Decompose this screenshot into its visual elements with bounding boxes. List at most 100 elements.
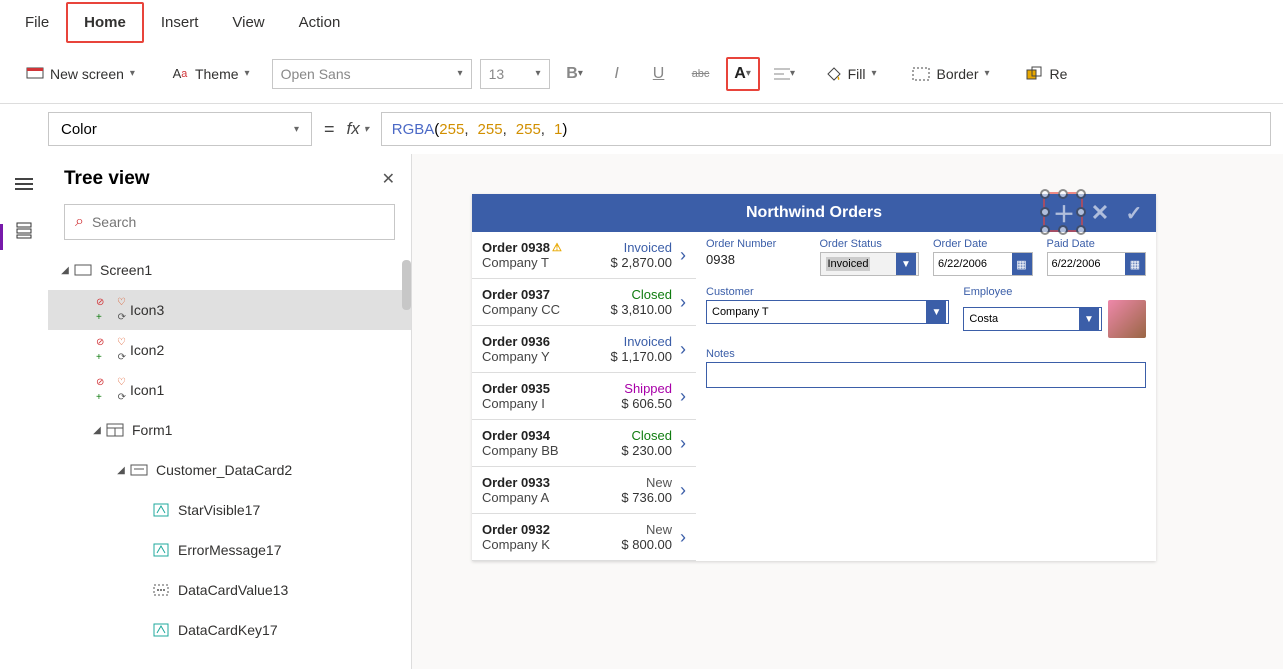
paid-date-input[interactable]: 6/22/2006▦ [1047, 252, 1147, 276]
canvas[interactable]: Northwind Orders [412, 154, 1283, 669]
tree-title: Tree view [64, 168, 150, 190]
border-button[interactable]: Border ▾ [906, 61, 995, 87]
close-pane-button[interactable]: ✕ [382, 169, 395, 189]
order-list-item[interactable]: Order 0937Company CCClosed$ 3,810.00› [472, 279, 696, 326]
calendar-icon: ▦ [1125, 253, 1145, 275]
submit-button[interactable]: ✓ [1116, 195, 1152, 231]
tree-scroll[interactable]: ◢ Screen1 ⊘♡+⟳ Icon3 ⊘♡+⟳ Icon2 ⊘♡+⟳ Ico… [48, 250, 411, 650]
form-icon [104, 419, 126, 441]
formula-input[interactable]: RGBA(255, 255, 255, 1) [381, 112, 1271, 146]
caret-collapse-icon[interactable]: ◢ [58, 265, 72, 276]
underline-button[interactable]: U [642, 57, 676, 91]
employee-select[interactable]: Costa▼ [963, 307, 1102, 331]
tree-node-icon2[interactable]: ⊘♡+⟳ Icon2 [48, 330, 411, 370]
italic-button[interactable]: I [600, 57, 634, 91]
search-input[interactable] [92, 214, 384, 230]
tree-label: Customer_DataCard2 [156, 462, 292, 478]
menu-home[interactable]: Home [66, 2, 144, 43]
order-list-item[interactable]: Order 0935Company IShipped$ 606.50› [472, 373, 696, 420]
order-list-item[interactable]: Order 0936Company YInvoiced$ 1,170.00› [472, 326, 696, 373]
menu-view[interactable]: View [215, 3, 281, 42]
tree-label: ErrorMessage17 [178, 542, 282, 558]
property-select[interactable]: Color ▾ [48, 112, 312, 146]
chevron-down-icon: ▾ [458, 68, 463, 79]
cancel-button[interactable]: ✕ [1082, 195, 1118, 231]
add-button[interactable]: ＋ [1046, 195, 1082, 231]
align-button[interactable]: ▾ [768, 57, 802, 91]
tree-label: DataCardKey17 [178, 622, 278, 638]
multi-icon: ⊘♡+⟳ [98, 339, 124, 361]
tree-label: Icon3 [130, 302, 164, 318]
chevron-right-icon: › [680, 527, 686, 548]
theme-icon: Aa [171, 65, 189, 83]
chevron-right-icon: › [680, 292, 686, 313]
new-screen-label: New screen [50, 66, 124, 82]
tree-node-starvisible[interactable]: StarVisible17 [48, 490, 411, 530]
reorder-label: Re [1050, 66, 1068, 82]
tree-node-errormsg[interactable]: ErrorMessage17 [48, 530, 411, 570]
hamburger-button[interactable] [12, 172, 36, 196]
order-list-item[interactable]: Order 0938⚠Company TInvoiced$ 2,870.00› [472, 232, 696, 279]
font-size-select[interactable]: 13 ▾ [480, 59, 550, 89]
multi-icon: ⊘♡+⟳ [98, 299, 124, 321]
main-area: Tree view ✕ ⌕ ◢ Screen1 ⊘♡+⟳ Icon3 ⊘♡+⟳ … [0, 154, 1283, 669]
search-icon: ⌕ [75, 213, 84, 231]
menu-action[interactable]: Action [282, 3, 358, 42]
new-screen-button[interactable]: New screen ▾ [20, 61, 141, 87]
scrollbar-thumb[interactable] [402, 260, 411, 310]
customer-label: Customer [706, 286, 949, 298]
employee-label: Employee [963, 286, 1146, 298]
datacard-icon [128, 459, 150, 481]
tree-node-icon1[interactable]: ⊘♡+⟳ Icon1 [48, 370, 411, 410]
tree-node-datacardkey[interactable]: DataCardKey17 [48, 610, 411, 650]
reorder-button[interactable]: Re [1020, 61, 1074, 87]
chevron-down-icon: ▾ [985, 68, 990, 79]
order-date-input[interactable]: 6/22/2006▦ [933, 252, 1033, 276]
border-icon [912, 65, 930, 83]
tree-node-datacard[interactable]: ◢ Customer_DataCard2 [48, 450, 411, 490]
tree-label: Icon1 [130, 382, 164, 398]
fx-button[interactable]: fx▾ [347, 119, 369, 139]
tree-label: StarVisible17 [178, 502, 260, 518]
tree-node-datacardvalue[interactable]: DataCardValue13 [48, 570, 411, 610]
order-status-label: Order Status [820, 238, 920, 250]
tree-node-form1[interactable]: ◢ Form1 [48, 410, 411, 450]
warning-icon: ⚠ [552, 241, 562, 254]
app-preview: Northwind Orders [472, 194, 1156, 561]
bold-button[interactable]: B▾ [558, 57, 592, 91]
tree-node-screen1[interactable]: ◢ Screen1 [48, 250, 411, 290]
caret-collapse-icon[interactable]: ◢ [90, 425, 104, 436]
menu-file[interactable]: File [8, 3, 66, 42]
search-box[interactable]: ⌕ [64, 204, 395, 240]
font-color-button[interactable]: A▾ [726, 57, 760, 91]
employee-avatar [1108, 300, 1146, 338]
font-name-value: Open Sans [281, 66, 351, 82]
formula-fn: RGBA [392, 121, 435, 138]
notes-input[interactable] [706, 362, 1146, 388]
tree-node-icon3[interactable]: ⊘♡+⟳ Icon3 [48, 290, 411, 330]
order-status-select[interactable]: Invoiced▼ [820, 252, 920, 276]
order-list[interactable]: Order 0938⚠Company TInvoiced$ 2,870.00›O… [472, 232, 696, 561]
font-name-select[interactable]: Open Sans ▾ [272, 59, 472, 89]
form-area: Order Number0938 Order StatusInvoiced▼ O… [696, 232, 1156, 561]
label-icon [150, 499, 172, 521]
chevron-down-icon: ▾ [536, 68, 541, 79]
strikethrough-button[interactable]: abc [684, 57, 718, 91]
app-title: Northwind Orders [746, 204, 882, 222]
order-list-item[interactable]: Order 0933Company ANew$ 736.00› [472, 467, 696, 514]
theme-label: Theme [195, 66, 239, 82]
caret-collapse-icon[interactable]: ◢ [114, 465, 128, 476]
order-list-item[interactable]: Order 0934Company BBClosed$ 230.00› [472, 420, 696, 467]
tree-view-button[interactable] [12, 218, 36, 242]
chevron-right-icon: › [680, 339, 686, 360]
theme-button[interactable]: Aa Theme ▾ [165, 61, 256, 87]
order-number-label: Order Number [706, 238, 806, 250]
fill-button[interactable]: Fill ▾ [818, 61, 883, 87]
menu-insert[interactable]: Insert [144, 3, 216, 42]
fill-label: Fill [848, 66, 866, 82]
chevron-down-icon: ▾ [130, 68, 135, 79]
order-list-item[interactable]: Order 0932Company KNew$ 800.00› [472, 514, 696, 561]
customer-select[interactable]: Company T▼ [706, 300, 949, 324]
reorder-icon [1026, 65, 1044, 83]
tree-pane: Tree view ✕ ⌕ ◢ Screen1 ⊘♡+⟳ Icon3 ⊘♡+⟳ … [48, 154, 412, 669]
